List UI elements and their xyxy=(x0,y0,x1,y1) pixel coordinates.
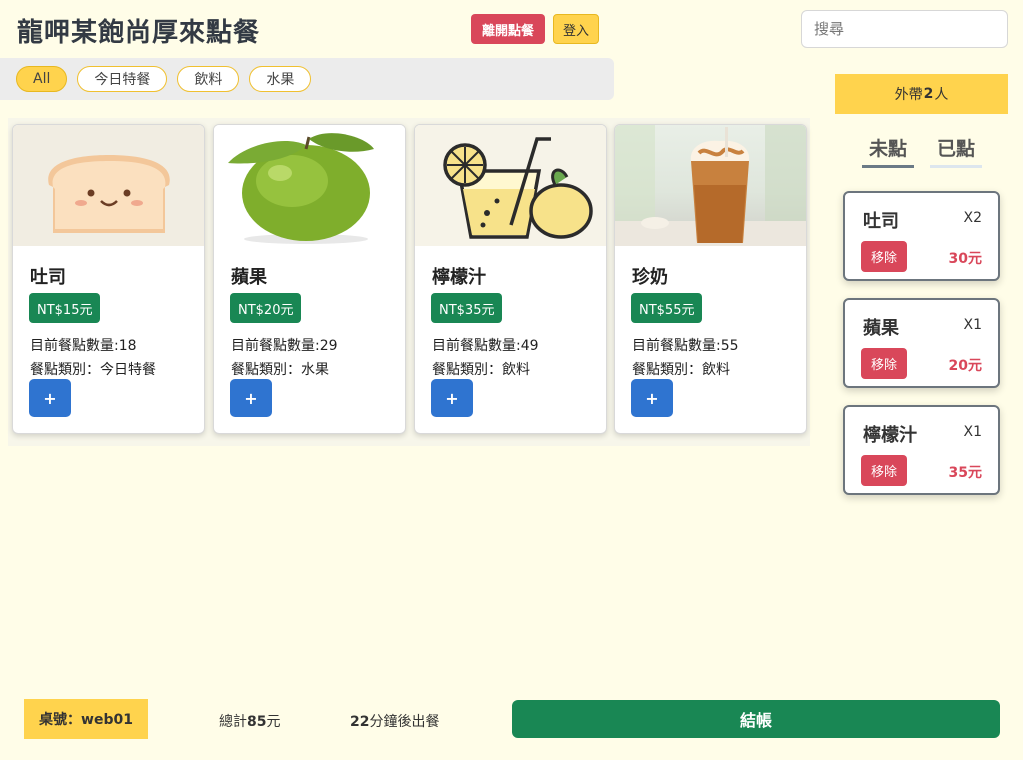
menu-item-name: 蘋果 xyxy=(231,267,267,288)
total-value: 85 xyxy=(247,714,267,730)
menu-item-category: 餐點類別：今日特餐 xyxy=(30,362,156,378)
takeout-prefix: 外帶 xyxy=(894,87,923,103)
order-item-price: 30元 xyxy=(948,251,982,267)
menu-item-count: 目前餐點數量:55 xyxy=(632,338,739,354)
page-title: 龍呷某飽尚厚來點餐 xyxy=(17,18,261,48)
menu-item-price-badge: NT$15元 xyxy=(29,293,101,323)
menu-item-price-badge: NT$20元 xyxy=(230,293,302,323)
order-item-name: 吐司 xyxy=(863,211,899,232)
order-item-qty: X1 xyxy=(963,424,983,440)
menu-item-count: 目前餐點數量:18 xyxy=(30,338,137,354)
category-filter-bar: All 今日特餐 飲料 水果 xyxy=(0,58,614,100)
lemonade-image xyxy=(415,125,606,246)
add-to-order-button[interactable]: + xyxy=(29,379,71,417)
menu-item-price-badge: NT$55元 xyxy=(631,293,703,323)
order-item-card: 檸檬汁 X1 移除 35元 xyxy=(843,405,1000,495)
menu-card-toast: 吐司 NT$15元 目前餐點數量:18 餐點類別：今日特餐 + xyxy=(12,124,205,434)
filter-chip-drinks[interactable]: 飲料 xyxy=(177,66,240,92)
remove-item-button[interactable]: 移除 xyxy=(861,455,907,486)
menu-item-category: 餐點類別：飲料 xyxy=(432,362,530,378)
leave-ordering-button[interactable]: 離開點餐 xyxy=(471,14,545,44)
filter-chip-all[interactable]: All xyxy=(16,66,68,92)
filter-chip-fruit[interactable]: 水果 xyxy=(249,66,312,92)
serving-eta: 22分鐘後出餐 xyxy=(350,711,439,731)
order-item-qty: X2 xyxy=(963,210,983,226)
eta-value: 22 xyxy=(350,714,370,730)
menu-item-category: 餐點類別：飲料 xyxy=(632,362,730,378)
order-item-card: 吐司 X2 移除 30元 xyxy=(843,191,1000,281)
apple-image xyxy=(214,125,405,246)
table-number-badge: 桌號：web01 xyxy=(24,699,148,739)
order-item-name: 檸檬汁 xyxy=(863,425,917,446)
menu-item-name: 檸檬汁 xyxy=(432,267,486,288)
order-item-price: 20元 xyxy=(948,358,982,374)
filter-chip-daily-special[interactable]: 今日特餐 xyxy=(77,66,168,92)
order-item-price: 35元 xyxy=(948,465,982,481)
menu-item-name: 吐司 xyxy=(30,267,66,288)
takeout-suffix: 人 xyxy=(934,87,949,103)
eta-suffix: 分鐘後出餐 xyxy=(369,714,440,730)
milk-tea-image xyxy=(615,125,806,246)
add-to-order-button[interactable]: + xyxy=(631,379,673,417)
order-item-card: 蘋果 X1 移除 20元 xyxy=(843,298,1000,388)
total-prefix: 總計 xyxy=(219,714,247,730)
order-total: 總計85元 xyxy=(219,711,280,731)
menu-item-count: 目前餐點數量:29 xyxy=(231,338,338,354)
remove-item-button[interactable]: 移除 xyxy=(861,241,907,272)
remove-item-button[interactable]: 移除 xyxy=(861,348,907,379)
tab-not-ordered[interactable]: 未點 xyxy=(862,134,914,168)
menu-card-apple: 蘋果 NT$20元 目前餐點數量:29 餐點類別：水果 + xyxy=(213,124,406,434)
add-to-order-button[interactable]: + xyxy=(431,379,473,417)
menu-card-milk-tea: 珍奶 NT$55元 目前餐點數量:55 餐點類別：飲料 + xyxy=(614,124,807,434)
takeout-count-banner: 外帶 2 人 xyxy=(835,74,1008,114)
order-item-qty: X1 xyxy=(963,317,983,333)
menu-item-price-badge: NT$35元 xyxy=(431,293,503,323)
order-item-name: 蘋果 xyxy=(863,318,899,339)
total-suffix: 元 xyxy=(266,714,281,730)
toast-image xyxy=(13,125,204,246)
menu-item-count: 目前餐點數量:49 xyxy=(432,338,539,354)
menu-item-name: 珍奶 xyxy=(632,267,668,288)
takeout-count: 2 xyxy=(923,86,934,102)
add-to-order-button[interactable]: + xyxy=(230,379,272,417)
tab-ordered[interactable]: 已點 xyxy=(930,134,982,168)
login-button[interactable]: 登入 xyxy=(553,14,599,44)
order-tabs: 未點 已點 xyxy=(862,134,982,168)
search-input[interactable] xyxy=(801,10,1008,48)
menu-card-lemonade: 檸檬汁 NT$35元 目前餐點數量:49 餐點類別：飲料 + xyxy=(414,124,607,434)
menu-item-category: 餐點類別：水果 xyxy=(231,362,329,378)
checkout-button[interactable]: 結帳 xyxy=(512,700,1000,738)
